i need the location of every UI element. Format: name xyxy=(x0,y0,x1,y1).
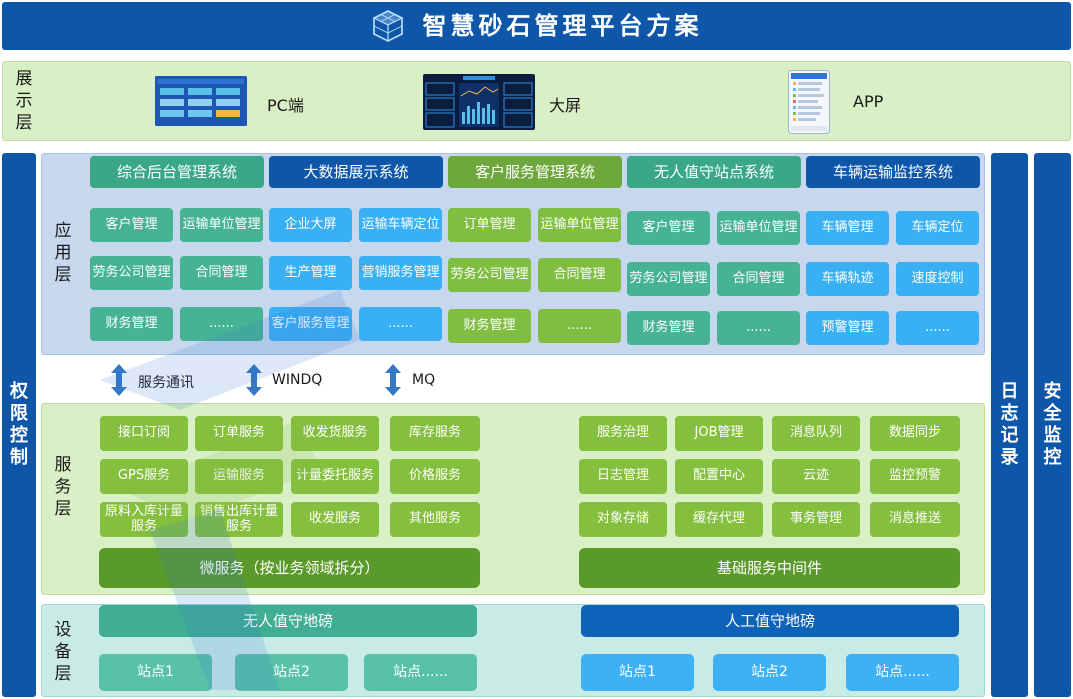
application-layer-label: 应 用 层 xyxy=(54,221,72,285)
protocol-label: WINDQ xyxy=(272,372,323,388)
cube-logo-icon xyxy=(372,10,403,42)
service-cell: 消息队列 xyxy=(772,416,860,451)
pc-dashboard-icon xyxy=(155,76,247,126)
service-cell: GPS服务 xyxy=(100,459,188,494)
service-cell: 对象存储 xyxy=(579,502,667,537)
service-layer: 服 务 层 接口订阅 订单服务 收发货服务 库存服务 GPS服务 运输服务 计量… xyxy=(41,403,985,595)
app-cell: 合同管理 xyxy=(717,262,800,296)
app-cell: ...... xyxy=(359,307,442,341)
app-cell: 车辆轨迹 xyxy=(806,262,889,296)
service-cell: 收发货服务 xyxy=(291,416,379,451)
service-cell: 云迹 xyxy=(772,459,860,494)
app-cell: ...... xyxy=(180,307,263,341)
station-item: 站点2 xyxy=(713,654,826,691)
app-cell: 劳务公司管理 xyxy=(448,258,531,292)
app-cell: ...... xyxy=(538,309,621,343)
service-cell: 监控预警 xyxy=(870,459,960,494)
microservice-bar: 微服务（按业务领域拆分） xyxy=(99,548,480,588)
app-cell: 运输单位管理 xyxy=(180,208,263,242)
service-cell: 订单服务 xyxy=(195,416,283,451)
bigscreen-thumbnail xyxy=(423,74,535,130)
app-cell: 劳务公司管理 xyxy=(90,256,173,290)
display-layer: 展 示 层 PC端 大屏 APP xyxy=(2,61,1071,141)
service-cell: 原料入库计量服务 xyxy=(100,502,188,537)
app-cell: 车辆定位 xyxy=(896,211,979,245)
device-layer: 设 备 层 无人值守地磅 站点1 站点2 站点...... 人工值守地磅 站点1… xyxy=(41,604,985,697)
service-cell: 事务管理 xyxy=(772,502,860,537)
service-cell: 计量委托服务 xyxy=(291,459,379,494)
service-cell: 日志管理 xyxy=(579,459,667,494)
system-header-unmanned: 无人值守站点系统 xyxy=(627,156,801,188)
display-pc-label: PC端 xyxy=(267,96,304,115)
app-cell: 运输单位管理 xyxy=(717,211,800,245)
manned-scale-bar: 人工值守地磅 xyxy=(581,605,959,637)
app-cell: 营销服务管理 xyxy=(359,256,442,290)
app-cell: 企业大屏 xyxy=(269,208,352,242)
service-cell: 数据同步 xyxy=(870,416,960,451)
system-header-backend: 综合后台管理系统 xyxy=(90,156,264,188)
app-cell: 订单管理 xyxy=(448,208,531,242)
app-cell: 客户管理 xyxy=(627,211,710,245)
app-cell: 客户管理 xyxy=(90,208,173,242)
service-cell: 运输服务 xyxy=(195,459,283,494)
app-cell: 车辆管理 xyxy=(806,211,889,245)
double-arrow-icon xyxy=(111,364,127,396)
app-cell: 运输车辆定位 xyxy=(359,208,442,242)
app-cell: 运输单位管理 xyxy=(538,208,621,242)
header-bar: 智慧砂石管理平台方案 xyxy=(2,2,1071,50)
display-bigscreen-label: 大屏 xyxy=(549,96,582,115)
system-header-bigdata: 大数据展示系统 xyxy=(269,156,443,188)
service-cell: 配置中心 xyxy=(675,459,763,494)
service-cell: 销售出库计量服务 xyxy=(195,502,283,537)
protocol-label: MQ xyxy=(412,372,436,388)
app-cell: 客户服务管理 xyxy=(269,307,352,341)
application-layer: 应 用 层 综合后台管理系统 客户管理 运输单位管理 劳务公司管理 合同管理 财… xyxy=(41,153,985,355)
device-layer-label: 设 备 层 xyxy=(54,620,72,684)
service-cell: 收发服务 xyxy=(291,502,379,537)
pc-thumbnail xyxy=(155,76,247,126)
system-header-vehicle: 车辆运输监控系统 xyxy=(806,156,980,188)
unmanned-scale-bar: 无人值守地磅 xyxy=(99,605,477,637)
station-item: 站点1 xyxy=(581,654,694,691)
page-title: 智慧砂石管理平台方案 xyxy=(422,11,703,40)
station-item: 站点2 xyxy=(235,654,348,691)
service-cell: 缓存代理 xyxy=(675,502,763,537)
protocol-label: 服务通讯 xyxy=(138,375,194,391)
log-record-column: 日 志 记 录 xyxy=(991,153,1028,697)
app-cell: 预警管理 xyxy=(806,311,889,345)
app-cell: 财务管理 xyxy=(90,307,173,341)
station-item: 站点1 xyxy=(99,654,212,691)
app-cell: 生产管理 xyxy=(269,256,352,290)
app-cell: 财务管理 xyxy=(448,309,531,343)
service-cell: 接口订阅 xyxy=(100,416,188,451)
station-item: 站点...... xyxy=(846,654,959,691)
service-cell: 服务治理 xyxy=(579,416,667,451)
service-cell: 消息推送 xyxy=(870,502,960,537)
app-cell: 合同管理 xyxy=(538,258,621,292)
service-layer-label: 服 务 层 xyxy=(54,455,72,519)
service-cell: JOB管理 xyxy=(675,416,763,451)
app-cell: 合同管理 xyxy=(180,256,263,290)
middleware-bar: 基础服务中间件 xyxy=(579,548,960,588)
app-cell: ...... xyxy=(896,311,979,345)
phone-app-icon xyxy=(788,70,830,134)
app-cell: 劳务公司管理 xyxy=(627,262,710,296)
system-header-customer: 客户服务管理系统 xyxy=(448,156,622,188)
station-item: 站点...... xyxy=(364,654,477,691)
security-monitor-column: 安 全 监 控 xyxy=(1034,153,1071,697)
permission-control-column: 权 限 控 制 xyxy=(2,153,36,697)
double-arrow-icon xyxy=(246,364,262,396)
app-cell: 速度控制 xyxy=(896,262,979,296)
bigscreen-dashboard-icon xyxy=(423,74,535,130)
service-cell: 库存服务 xyxy=(390,416,480,451)
service-cell: 价格服务 xyxy=(390,459,480,494)
double-arrow-icon xyxy=(385,364,401,396)
display-app-label: APP xyxy=(853,92,884,111)
app-thumbnail xyxy=(788,70,830,134)
app-cell: 财务管理 xyxy=(627,311,710,345)
service-cell: 其他服务 xyxy=(390,502,480,537)
display-layer-label: 展 示 层 xyxy=(15,69,33,133)
app-cell: ...... xyxy=(717,311,800,345)
